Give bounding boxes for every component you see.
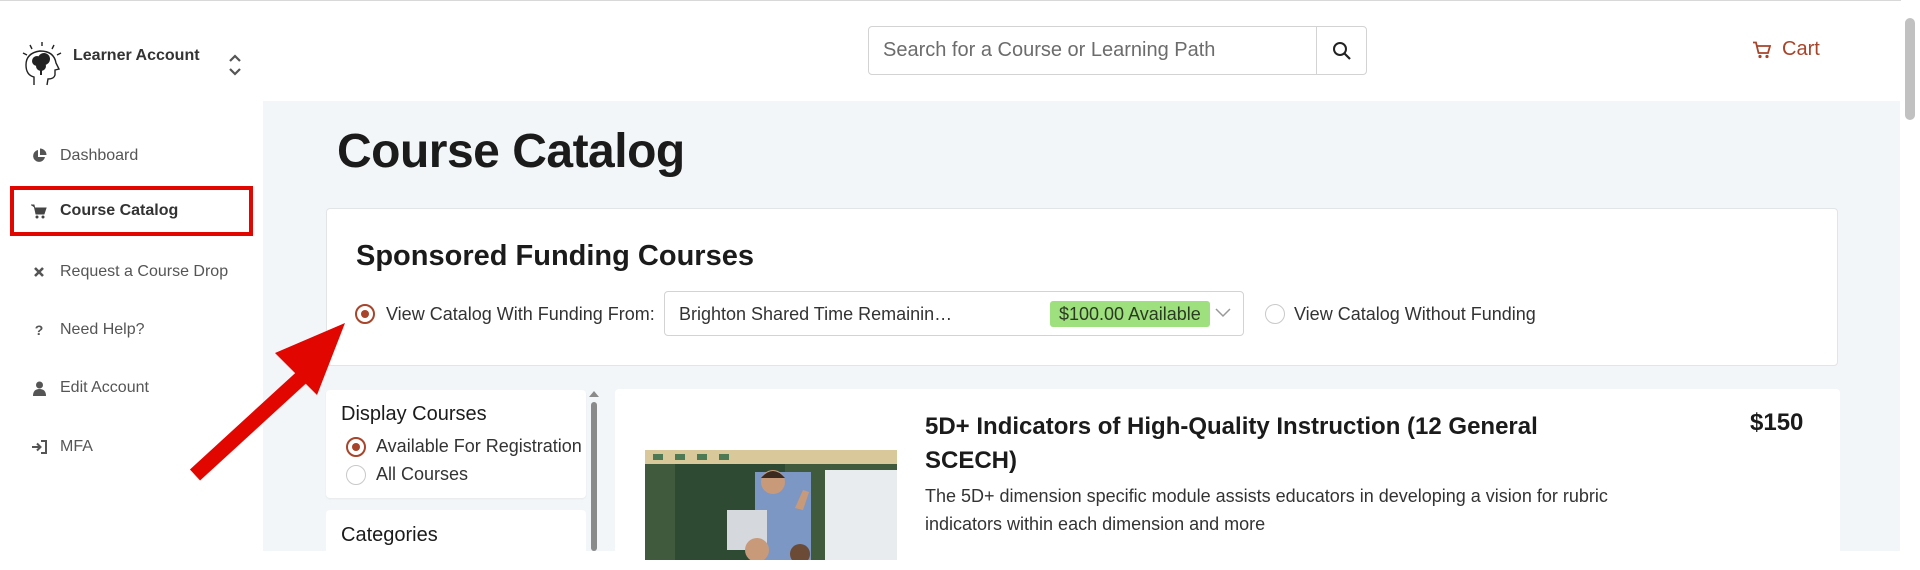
funding-source-select[interactable]: Brighton Shared Time Remainin… $100.00 A… (664, 291, 1244, 336)
filter-scrollbar[interactable] (591, 402, 597, 551)
cart-icon (30, 202, 48, 220)
cart-icon (1753, 41, 1772, 58)
course-title[interactable]: 5D+ Indicators of High-Quality Instructi… (925, 410, 1625, 478)
user-icon (30, 379, 48, 397)
account-switcher[interactable]: Learner Account (20, 41, 250, 93)
chevron-down-icon (1215, 308, 1231, 318)
page-scrollbar-thumb[interactable] (1905, 18, 1915, 120)
pie-chart-icon (30, 147, 48, 165)
funding-card (326, 208, 1838, 366)
available-badge: $100.00 Available (1050, 301, 1210, 327)
funding-with-label[interactable]: View Catalog With Funding From: (386, 304, 655, 325)
search-button[interactable] (1316, 27, 1366, 74)
sidebar-item-label: MFA (60, 438, 93, 455)
sign-in-icon (30, 438, 48, 456)
funding-without-radio[interactable] (1265, 304, 1285, 324)
course-price: $150 (1750, 409, 1804, 436)
sidebar-item-course-catalog[interactable]: Course Catalog (10, 186, 253, 236)
account-label: Learner Account (73, 47, 200, 64)
search-bar (868, 26, 1367, 75)
course-description: The 5D+ dimension specific module assist… (925, 486, 1608, 534)
course-image[interactable] (645, 450, 897, 560)
cart-link[interactable]: Cart (1752, 38, 1820, 61)
search-input[interactable] (869, 27, 1319, 74)
sidebar-item-label: Need Help? (60, 321, 145, 338)
funding-source-value: Brighton Shared Time Remainin… (679, 304, 953, 324)
annotation-arrow-icon (189, 323, 345, 481)
sidebar-item-label: Dashboard (60, 147, 139, 164)
sidebar-item-request-course-drop[interactable]: Request a Course Drop (10, 247, 253, 297)
filter-scroll-up[interactable] (589, 391, 599, 397)
funding-without-label[interactable]: View Catalog Without Funding (1294, 304, 1536, 325)
cart-label: Cart (1782, 38, 1820, 60)
question-icon: ? (34, 322, 44, 338)
display-courses-heading: Display Courses (341, 403, 487, 425)
sidebar-item-label: Request a Course Drop (60, 263, 229, 280)
sidebar-item-dashboard[interactable]: Dashboard (10, 131, 253, 181)
sidebar-item-label: Course Catalog (60, 202, 179, 219)
logo-icon (22, 42, 62, 86)
filter-all-label[interactable]: All Courses (376, 464, 468, 485)
page-title: Course Catalog (337, 125, 685, 178)
funding-title: Sponsored Funding Courses (356, 240, 754, 272)
top-border (0, 0, 1920, 1)
sidebar-item-label: Edit Account (60, 379, 149, 396)
chevron-updown-icon[interactable] (227, 51, 243, 79)
categories-heading: Categories (341, 524, 438, 546)
search-icon (1332, 41, 1351, 60)
x-icon (30, 263, 48, 281)
filter-available-label[interactable]: Available For Registration (376, 436, 582, 457)
